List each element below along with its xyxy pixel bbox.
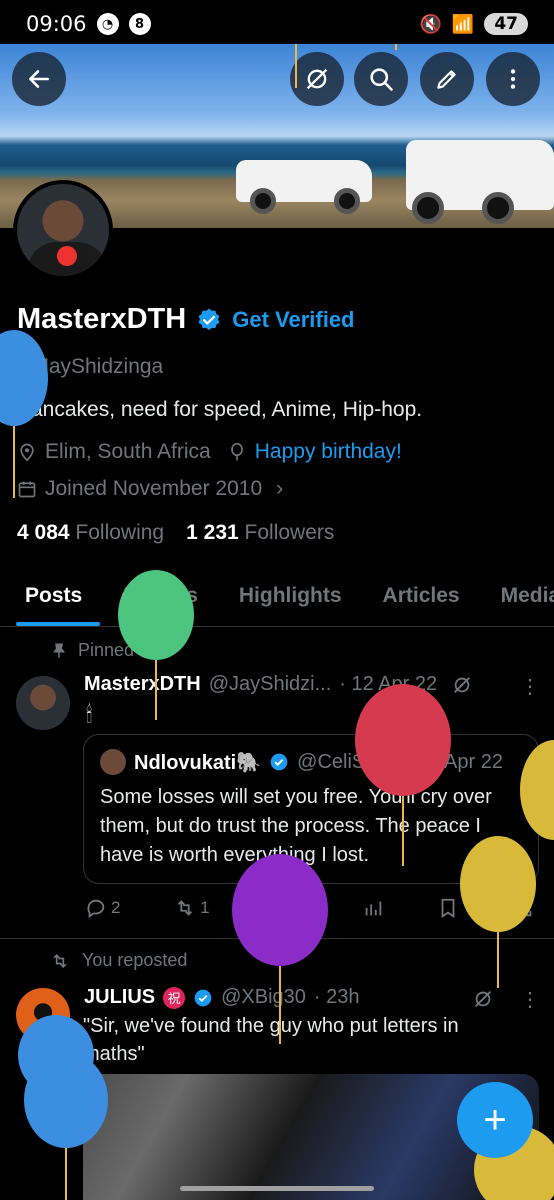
birthday-balloons-overlay (0, 44, 554, 1200)
home-indicator (180, 1186, 374, 1191)
balloon (0, 44, 554, 1200)
compose-post-button[interactable]: + (457, 1082, 533, 1158)
